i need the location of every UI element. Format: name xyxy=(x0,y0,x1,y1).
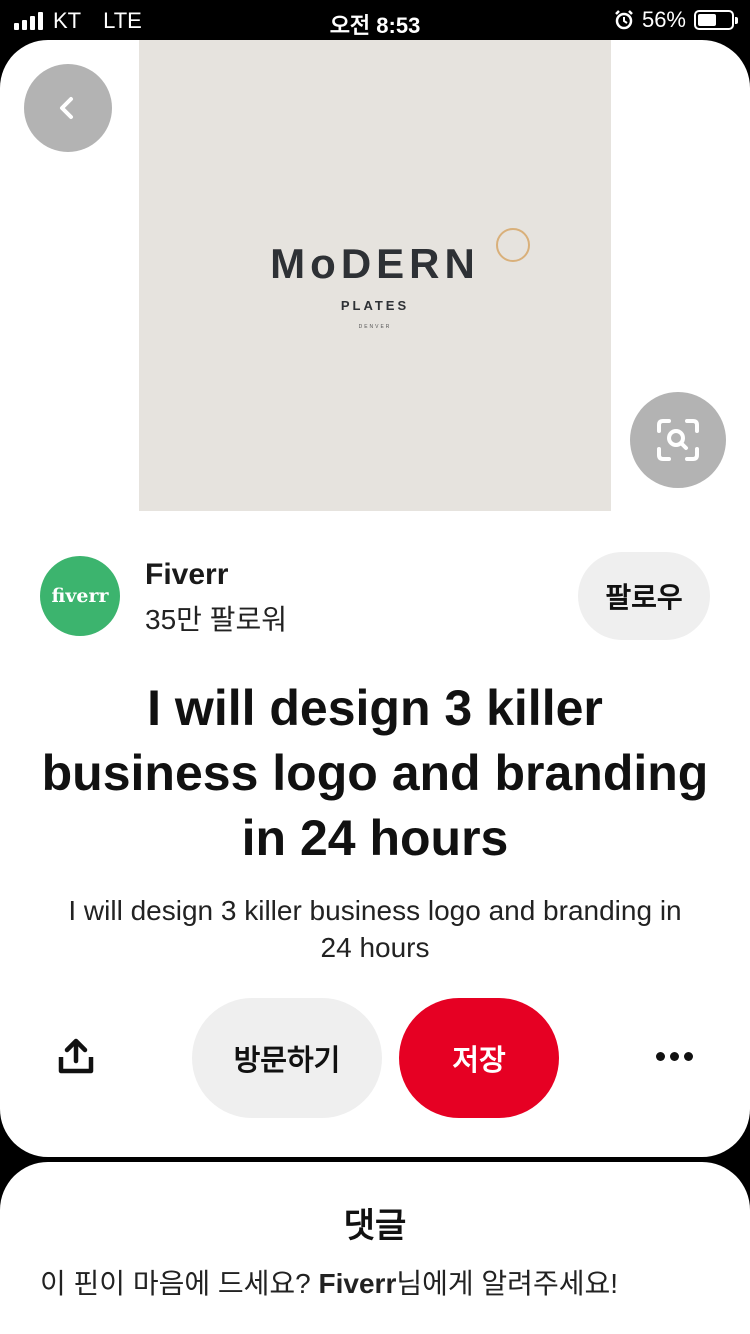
creator-name[interactable]: Fiverr xyxy=(145,558,228,592)
pin-image[interactable]: MoDERN PLATES DENVER xyxy=(139,40,611,511)
comments-title: 댓글 xyxy=(343,1207,407,1245)
more-dot xyxy=(669,1051,679,1061)
logo-subtitle: PLATES xyxy=(340,298,410,313)
comments-card: 댓글 이 핀이 마음에 드세요? Fiverr님에게 알려주세요! xyxy=(0,1162,750,1334)
comments-prompt-creator: Fiverr xyxy=(318,1268,397,1299)
pin-description: I will design 3 killer business logo and… xyxy=(68,895,682,963)
logo-city: DENVER xyxy=(358,324,392,330)
comments-prompt: 이 핀이 마음에 드세요? Fiverr님에게 알려주세요! xyxy=(40,1266,650,1302)
visual-search-icon xyxy=(657,419,699,461)
alarm-icon xyxy=(615,10,633,30)
more-dot xyxy=(655,1051,665,1061)
creator-row: fiverr Fiverr 35만 팔로워 팔로우 xyxy=(40,552,710,640)
battery-icon xyxy=(694,10,738,30)
action-bar: 방문하기 저장 xyxy=(0,998,750,1118)
pin-title: I will design 3 killer business logo and… xyxy=(41,680,709,866)
save-button[interactable]: 저장 xyxy=(399,998,559,1118)
back-button[interactable] xyxy=(24,64,112,152)
status-bar: KT LTE 오전 8:53 56% xyxy=(0,0,750,40)
creator-follower-count: 35만 팔로워 xyxy=(145,604,287,635)
battery-percent: 56% xyxy=(641,7,686,32)
logo-badge-icon xyxy=(496,228,530,262)
comments-prompt-suffix: 님에게 알려주세요! xyxy=(396,1268,618,1299)
more-button[interactable] xyxy=(648,1036,700,1076)
pin-closeup-card: MoDERN PLATES DENVER fiverr Fiverr 35만 팔… xyxy=(0,40,750,1157)
more-dot xyxy=(683,1051,693,1061)
share-upload-icon xyxy=(58,1038,94,1074)
chevron-left-icon xyxy=(60,97,73,119)
creator-avatar[interactable]: fiverr xyxy=(40,556,120,636)
follow-button[interactable]: 팔로우 xyxy=(578,552,710,640)
share-button[interactable] xyxy=(50,1030,102,1082)
comments-prompt-prefix: 이 핀이 마음에 드세요? xyxy=(40,1268,319,1299)
logo-wordmark: MoDERN xyxy=(270,240,480,287)
visit-button[interactable]: 방문하기 xyxy=(192,998,382,1118)
visual-search-button[interactable] xyxy=(630,392,726,488)
